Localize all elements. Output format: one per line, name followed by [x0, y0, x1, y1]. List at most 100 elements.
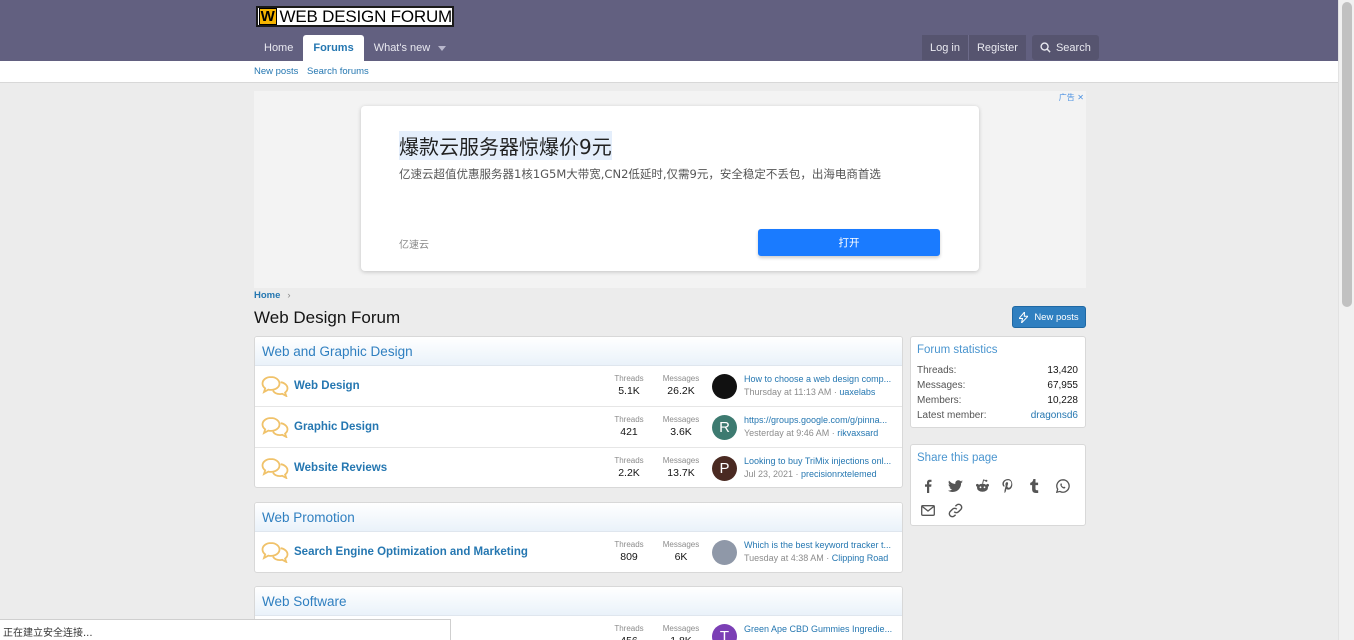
last-post-user[interactable]: precisionrxtelemed [801, 469, 877, 479]
threads-count: 809 [620, 551, 638, 563]
messages-count: 13.7K [667, 467, 695, 479]
pinterest-icon[interactable] [1002, 474, 1029, 498]
register-button[interactable]: Register [967, 35, 1026, 60]
last-post-date[interactable]: Thursday at 11:13 AM [744, 387, 831, 397]
ad-open-button[interactable]: 打开 [758, 229, 940, 256]
forum-row[interactable]: Web Design Threads 5.1K Messages 26.2K How to… [255, 366, 902, 407]
sub-nav: New posts Search forums [0, 61, 1338, 83]
category-title[interactable]: Web Promotion [255, 503, 902, 532]
share-title: Share this page [917, 452, 998, 464]
facebook-icon[interactable] [921, 474, 948, 498]
site-header: W WEB DESIGN FORUM Home Forums What's ne… [0, 0, 1338, 61]
avatar[interactable]: T [712, 624, 737, 640]
messages-count: 1.8K [656, 635, 706, 640]
forum-title[interactable]: Website Reviews [294, 462, 387, 474]
threads-stat: Threads 421 [604, 415, 654, 438]
avatar[interactable]: P [712, 456, 737, 481]
category-title[interactable]: Web and Graphic Design [255, 337, 902, 366]
logo-text: WEB DESIGN FORUM [279, 6, 453, 26]
search-icon [1040, 42, 1051, 53]
messages-label: Messages [662, 415, 700, 424]
threads-count: 5.1K [618, 385, 640, 397]
avatar[interactable]: R [712, 415, 737, 440]
ad-choices-label: 广告 [1058, 93, 1075, 102]
last-post-date[interactable]: Jul 23, 2021 [744, 469, 793, 479]
stat-value: 10,228 [1047, 395, 1078, 406]
main-nav: Home Forums What's new [254, 35, 456, 61]
breadcrumb-home[interactable]: Home [254, 290, 280, 301]
last-post-title[interactable]: Green Ape CBD Gummies Ingredie... [744, 624, 894, 634]
stat-label: Members: [917, 395, 962, 406]
category-title[interactable]: Web Software [255, 587, 902, 616]
nav-tab-forums[interactable]: Forums [303, 35, 364, 61]
last-post-meta: Yesterday at 9:46 AM · rikvaxsard [744, 428, 879, 438]
ad-choices[interactable]: 广告 ✕ [1059, 92, 1084, 103]
share-buttons [911, 464, 1087, 522]
messages-count: 26.2K [667, 385, 695, 397]
advertisement: 广告 ✕ 爆款云服务器惊爆价9元 亿速云超值优惠服务器1核1G5M大带宽,CN2… [254, 91, 1086, 288]
ad-brand: 亿速云 [399, 240, 429, 251]
last-post-user[interactable]: Clipping Road [832, 553, 889, 563]
email-icon[interactable] [921, 498, 948, 522]
search-button[interactable]: Search [1031, 35, 1099, 60]
forum-icon [261, 541, 289, 566]
threads-stat: Threads 809 [604, 540, 654, 563]
stat-label: Threads: [917, 365, 957, 376]
last-post-date[interactable]: Yesterday at 9:46 AM [744, 428, 829, 438]
forum-title[interactable]: Search Engine Optimization and Marketing [294, 546, 528, 558]
last-post-user[interactable]: uaxelabs [839, 387, 875, 397]
last-post-title[interactable]: Which is the best keyword tracker t... [744, 540, 894, 550]
stat-row: Messages: 67,955 [911, 378, 1085, 393]
nav-tab-label: Home [264, 42, 294, 54]
account-nav: Log in Register Search [922, 35, 1099, 60]
stat-label: Messages: [917, 380, 966, 391]
last-post-title[interactable]: How to choose a web design comp... [744, 374, 894, 384]
breadcrumb: Home › [254, 290, 291, 301]
forum-row[interactable]: Graphic Design Threads 421 Messages 3.6K Rhtt… [255, 407, 902, 448]
link-icon[interactable] [948, 498, 975, 522]
forum-icon [261, 375, 289, 400]
forum-statistics-title[interactable]: Forum statistics [911, 337, 1085, 356]
last-post-date[interactable]: Tuesday at 4:38 AM [744, 553, 824, 563]
threads-label: Threads [614, 624, 644, 633]
reddit-icon[interactable] [975, 474, 1002, 498]
last-post-title[interactable]: https://groups.google.com/g/pinna... [744, 415, 894, 425]
vertical-scrollbar[interactable] [1338, 0, 1354, 640]
nav-tab-label: Forums [313, 42, 354, 54]
site-logo[interactable]: W WEB DESIGN FORUM [256, 6, 454, 27]
tumblr-icon[interactable] [1029, 474, 1056, 498]
scrollbar-thumb[interactable] [1342, 2, 1352, 307]
search-forums-link[interactable]: Search forums [307, 66, 369, 77]
ad-title[interactable]: 爆款云服务器惊爆价9元 [399, 131, 612, 160]
close-icon[interactable]: ✕ [1077, 93, 1084, 102]
forum-title[interactable]: Web Design [294, 380, 360, 392]
forum-title[interactable]: Graphic Design [294, 421, 379, 433]
stat-row: Threads: 13,420 [911, 363, 1085, 378]
page-title: Web Design Forum [254, 308, 401, 327]
nav-tab-whats-new[interactable]: What's new [364, 35, 457, 61]
avatar[interactable] [712, 374, 737, 399]
whatsapp-icon[interactable] [1056, 474, 1083, 498]
nav-tab-home[interactable]: Home [254, 35, 303, 61]
messages-stat: Messages 26.2K [656, 374, 706, 397]
category-web-and-graphic-design: Web and Graphic Design Web Design Threads… [254, 336, 903, 488]
caret-down-icon[interactable] [438, 45, 447, 51]
login-button[interactable]: Log in [922, 35, 968, 60]
messages-stat: Messages 3.6K [656, 415, 706, 438]
avatar[interactable] [712, 540, 737, 565]
twitter-icon[interactable] [948, 474, 975, 498]
messages-count: 6K [674, 551, 688, 563]
new-posts-link[interactable]: New posts [254, 66, 298, 77]
new-posts-button[interactable]: New posts [1012, 306, 1086, 328]
threads-label: Threads [614, 456, 644, 465]
forum-row[interactable]: Search Engine Optimization and Marketing… [255, 532, 902, 572]
threads-count: 421 [620, 426, 638, 438]
latest-member-link[interactable]: dragonsd6 [1031, 410, 1078, 421]
messages-count: 3.6K [670, 426, 692, 438]
new-posts-label: New posts [1034, 311, 1079, 323]
share-this-page: Share this page [910, 444, 1086, 526]
ad-card[interactable]: 爆款云服务器惊爆价9元 亿速云超值优惠服务器1核1G5M大带宽,CN2低延时,仅… [361, 106, 979, 271]
last-post-title[interactable]: Looking to buy TriMix injections onl... [744, 456, 894, 466]
last-post-user[interactable]: rikvaxsard [837, 428, 878, 438]
forum-row[interactable]: Website Reviews Threads 2.2K Messages 13.7K P… [255, 448, 902, 487]
